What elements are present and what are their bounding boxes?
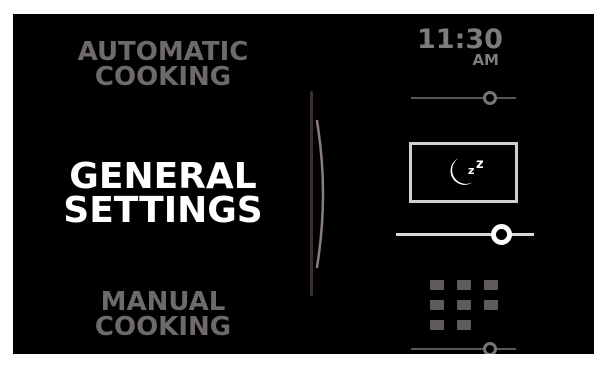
menu-item-automatic-cooking-line1: AUTOMATIC [77, 37, 249, 67]
oven-display-screen: AUTOMATIC COOKING GENERAL SETTINGS MANUA… [13, 14, 594, 354]
menu-item-automatic-cooking-line2: COOKING [94, 61, 232, 92]
menu-item-manual-cooking[interactable]: MANUAL COOKING [53, 287, 273, 342]
keypad-grid-icon[interactable] [428, 278, 500, 334]
keypad-dot [484, 280, 498, 290]
keypad-dot [430, 300, 444, 310]
menu-item-general-settings-line1: GENERAL [69, 156, 257, 197]
menu-item-automatic-cooking[interactable]: AUTOMATIC COOKING [53, 37, 273, 92]
sleep-slider[interactable] [396, 224, 534, 245]
menu-item-general-settings[interactable]: GENERAL SETTINGS [53, 156, 273, 232]
keypad-dot [430, 280, 444, 290]
keypad-dot [457, 280, 471, 290]
menu-item-general-settings-line2: SETTINGS [63, 190, 263, 232]
clock-time: 11:30 [417, 24, 503, 55]
keypad-dot [430, 320, 444, 330]
keypad-dot [457, 320, 471, 330]
keypad-slider[interactable] [411, 342, 516, 354]
sleep-mode-button[interactable]: z z [409, 142, 518, 203]
sleep-z-small: z [468, 164, 474, 177]
keypad-slider-knob[interactable] [483, 342, 497, 354]
keypad-slider-track [411, 348, 516, 350]
menu-scroll-track[interactable] [310, 91, 313, 296]
menu-item-manual-cooking-line1: MANUAL [100, 287, 226, 317]
sleep-moon-icon: z z [450, 157, 484, 185]
menu-scroll-indicator [315, 119, 325, 269]
sleep-slider-track [396, 233, 534, 236]
clock-period: AM [472, 51, 499, 69]
clock-display[interactable]: 11:30 AM [415, 26, 505, 68]
sleep-slider-knob[interactable] [491, 224, 512, 245]
clock-slider-track [411, 97, 516, 99]
clock-slider[interactable] [411, 91, 516, 105]
clock-slider-knob[interactable] [483, 91, 497, 105]
keypad-dot [484, 300, 498, 310]
sleep-z-large: z [476, 157, 484, 172]
menu-item-manual-cooking-line2: COOKING [94, 311, 232, 342]
keypad-dot [457, 300, 471, 310]
